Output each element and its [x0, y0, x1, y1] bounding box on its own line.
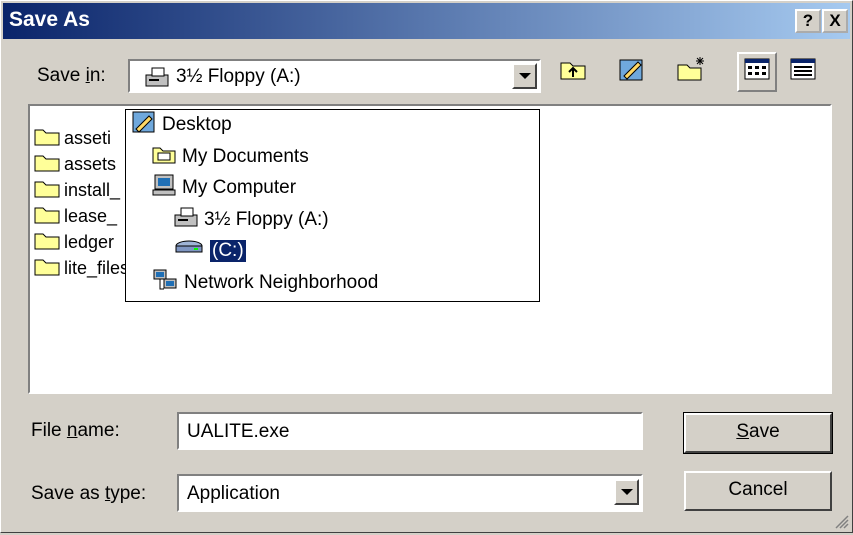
- folder-icon: [34, 204, 60, 229]
- dropdown-item-desktop[interactable]: Desktop: [132, 111, 232, 139]
- save-in-dropdown-list[interactable]: Desktop My Documents My Computer 3½ Flop…: [125, 109, 540, 302]
- save-as-type-value: Application: [187, 483, 280, 504]
- desktop-icon: [618, 56, 646, 88]
- folder-icon: [34, 152, 60, 177]
- network-icon: [152, 268, 178, 298]
- close-button[interactable]: X: [822, 9, 848, 33]
- up-folder-icon: [559, 57, 587, 87]
- up-folder-button[interactable]: [553, 52, 593, 92]
- save-as-type-combo[interactable]: Application: [177, 474, 643, 512]
- window-title: Save As: [9, 8, 90, 31]
- chevron-down-icon: [518, 73, 531, 79]
- list-item[interactable]: ledger: [34, 230, 114, 254]
- dropdown-item-label: (C:): [209, 239, 247, 263]
- file-name-field[interactable]: UALITE.exe: [177, 412, 643, 450]
- file-name: assets: [64, 153, 117, 174]
- dropdown-item-label: Desktop: [162, 114, 232, 135]
- folder-icon: [34, 178, 60, 203]
- hard-drive-icon: [174, 238, 204, 264]
- dropdown-item-network[interactable]: Network Neighborhood: [152, 268, 379, 298]
- file-name: lite_files: [64, 257, 130, 278]
- save-as-dialog: Save As ? X Save in: 3½ Floppy (A:) asse…: [0, 0, 853, 533]
- file-name: lease_: [64, 205, 118, 226]
- floppy-drive-icon: [144, 66, 170, 94]
- dropdown-item-label: 3½ Floppy (A:): [204, 209, 329, 230]
- save-in-value: 3½ Floppy (A:): [176, 66, 301, 87]
- list-item[interactable]: install_: [34, 178, 120, 202]
- list-item[interactable]: lite_files: [34, 256, 129, 280]
- save-in-dropdown-button[interactable]: [512, 63, 537, 89]
- save-as-type-dropdown-button[interactable]: [614, 479, 639, 505]
- file-name: install_: [64, 179, 121, 200]
- dropdown-item-label: Network Neighborhood: [184, 272, 379, 293]
- folder-icon: [152, 144, 176, 170]
- help-button[interactable]: ?: [795, 9, 821, 33]
- desktop-icon: [132, 111, 156, 139]
- dropdown-item-floppy[interactable]: 3½ Floppy (A:): [174, 207, 329, 233]
- dropdown-item-my-documents[interactable]: My Documents: [152, 144, 309, 170]
- details-view-button[interactable]: [783, 52, 823, 92]
- folder-icon: [34, 126, 60, 151]
- list-item[interactable]: lease_: [34, 204, 117, 228]
- folder-icon: [34, 256, 60, 281]
- computer-icon: [152, 174, 176, 202]
- file-name: asseti: [64, 127, 112, 148]
- save-in-combo[interactable]: 3½ Floppy (A:): [128, 59, 541, 93]
- resize-grip-icon[interactable]: [833, 513, 849, 529]
- dropdown-item-label: My Computer: [182, 177, 297, 198]
- desktop-button[interactable]: [612, 52, 652, 92]
- details-view-icon: [790, 58, 816, 86]
- folder-icon: [34, 230, 60, 255]
- save-button[interactable]: Save: [683, 412, 833, 454]
- list-item[interactable]: assets: [34, 152, 116, 176]
- save-in-label: Save in:: [37, 65, 106, 86]
- save-as-type-label: Save as type:: [31, 483, 147, 504]
- file-name-label: File name:: [31, 420, 120, 441]
- list-item[interactable]: asseti: [34, 126, 111, 150]
- new-folder-icon: [676, 56, 706, 88]
- dropdown-item-my-computer[interactable]: My Computer: [152, 174, 297, 202]
- file-name: ledger: [64, 231, 115, 252]
- chevron-down-icon: [620, 489, 633, 495]
- list-view-icon: [744, 58, 770, 86]
- file-name-value: UALITE.exe: [187, 421, 290, 442]
- dropdown-item-c-drive[interactable]: (C:): [174, 238, 247, 264]
- new-folder-button[interactable]: [671, 52, 711, 92]
- floppy-drive-icon: [174, 206, 198, 234]
- dropdown-item-label: My Documents: [182, 146, 309, 167]
- title-bar[interactable]: Save As ? X: [3, 3, 850, 39]
- cancel-button[interactable]: Cancel: [684, 471, 832, 511]
- list-view-button[interactable]: [737, 52, 777, 92]
